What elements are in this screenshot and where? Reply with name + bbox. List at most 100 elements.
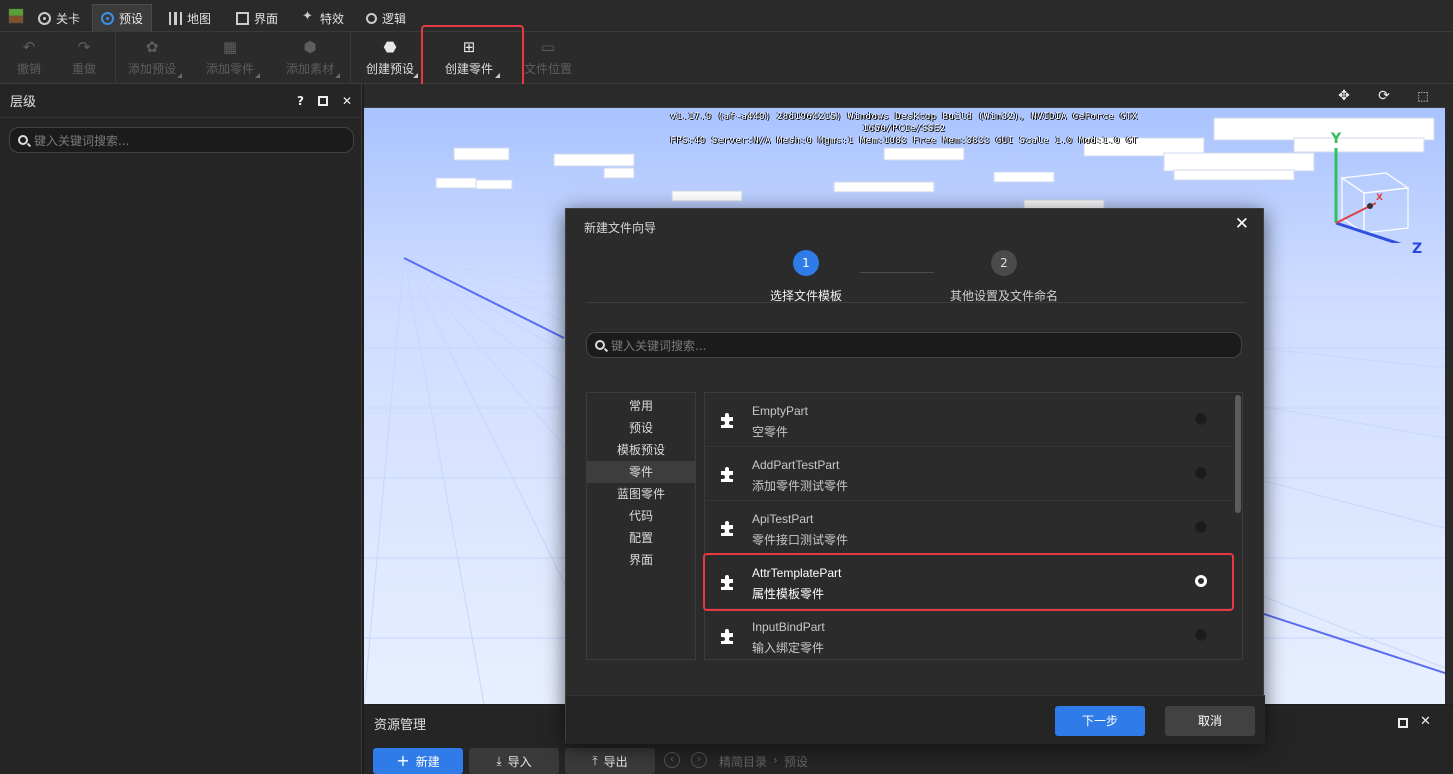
- viewport-scrollbar[interactable]: [1445, 84, 1453, 704]
- undo-button[interactable]: ↶ 撤销: [8, 32, 50, 84]
- redo-label: 重做: [71, 61, 96, 76]
- tab-ui[interactable]: 界面: [228, 4, 286, 32]
- cancel-button[interactable]: 取消: [1165, 706, 1255, 736]
- search-placeholder: 键入关键词搜索...: [611, 338, 707, 353]
- search-placeholder: 键入关键词搜索...: [34, 133, 130, 148]
- tab-map[interactable]: 地图: [161, 4, 219, 32]
- toolbar-divider: [115, 32, 116, 84]
- template-item[interactable]: AddPartTestPart 添加零件测试零件: [705, 447, 1233, 501]
- import-button[interactable]: ⤓ 导入: [469, 748, 559, 774]
- grid-add-icon: ▦: [222, 37, 238, 56]
- forward-icon[interactable]: ›: [691, 752, 707, 768]
- export-button[interactable]: ⤒ 导出: [565, 748, 655, 774]
- export-label: 导出: [603, 754, 628, 769]
- breadcrumb-current[interactable]: 预设: [784, 753, 808, 770]
- add-preset-button[interactable]: ✿ 添加预设: [120, 32, 184, 84]
- redo-icon: ↷: [77, 37, 91, 56]
- sparkle-icon: [302, 9, 315, 25]
- plus-icon: +: [396, 751, 410, 770]
- x-axis-label: X: [1376, 193, 1383, 203]
- template-desc: 输入绑定零件: [752, 641, 825, 655]
- new-asset-button[interactable]: + 新建: [373, 748, 463, 774]
- category-preset[interactable]: 预设: [587, 417, 695, 439]
- category-part[interactable]: 零件: [587, 461, 695, 483]
- template-item[interactable]: ApiTestPart 零件接口测试零件: [705, 501, 1233, 555]
- hierarchy-search-input[interactable]: 键入关键词搜索...: [9, 127, 354, 153]
- step-number: 1: [793, 250, 819, 276]
- undo-icon: ↶: [22, 37, 36, 56]
- template-item[interactable]: EmptyPart 空零件: [705, 393, 1233, 447]
- chevron-right-icon: ›: [773, 753, 778, 767]
- template-radio[interactable]: [1195, 467, 1207, 479]
- search-icon: [595, 340, 605, 350]
- close-icon[interactable]: ✕: [342, 94, 352, 108]
- tab-level[interactable]: 关卡: [30, 4, 88, 32]
- hierarchy-title: 层级: [10, 95, 37, 110]
- y-axis-label: Y: [1331, 131, 1342, 147]
- undo-label: 撤销: [16, 61, 41, 76]
- template-item[interactable]: InputBindPart 输入绑定零件: [705, 609, 1233, 659]
- export-icon: ⤒: [592, 753, 598, 768]
- add-part-label: 添加零件: [205, 61, 254, 76]
- add-part-button[interactable]: ▦ 添加零件: [198, 32, 262, 84]
- redo-button[interactable]: ↷ 重做: [63, 32, 105, 84]
- category-ui[interactable]: 界面: [587, 549, 695, 571]
- main-toolbar: ↶ 撤销 ↷ 重做 ✿ 添加预设 ▦ 添加零件 ⬢ 添加素材 ⬣ 创建预设 ⊞ …: [0, 25, 1453, 91]
- import-label: 导入: [507, 754, 532, 769]
- category-blueprint-part[interactable]: 蓝图零件: [587, 483, 695, 505]
- category-config[interactable]: 配置: [587, 527, 695, 549]
- template-radio[interactable]: [1195, 629, 1207, 641]
- viewport-toolbar: ✥ ⟳ ⬚: [364, 84, 1445, 108]
- category-common[interactable]: 常用: [587, 395, 695, 417]
- axis-gizmo[interactable]: Y Z X: [1324, 131, 1424, 257]
- debug-line: v1.17.9 (af-a449) 28d1964215) Windows De…: [670, 112, 1138, 134]
- template-list-scrollbar[interactable]: [1233, 393, 1242, 659]
- editor-window: 关卡 预设 地图 界面 特效 逻辑 ↶ 撤销 ↷ 重做: [0, 0, 1453, 774]
- back-icon[interactable]: ‹: [664, 752, 680, 768]
- file-location-label: 文件位置: [523, 61, 572, 76]
- category-code[interactable]: 代码: [587, 505, 695, 527]
- tab-logic[interactable]: 逻辑: [358, 4, 414, 32]
- maximize-icon[interactable]: [317, 96, 328, 106]
- template-radio[interactable]: [1195, 521, 1207, 533]
- create-preset-icon: ⬣: [383, 37, 397, 56]
- tab-label: 逻辑: [382, 11, 407, 26]
- window-icon: [236, 11, 249, 25]
- tab-label: 地图: [187, 11, 212, 26]
- category-template-preset[interactable]: 模板预设: [587, 439, 695, 461]
- tab-label: 关卡: [56, 11, 81, 26]
- rotate-icon[interactable]: ⟳: [1376, 88, 1392, 104]
- tab-preset[interactable]: 预设: [92, 4, 153, 32]
- maximize-icon[interactable]: [1398, 718, 1408, 728]
- close-icon[interactable]: ✕: [1235, 214, 1249, 234]
- help-icon[interactable]: ?: [297, 94, 304, 108]
- cube-icon: ⬢: [303, 37, 317, 56]
- create-preset-button[interactable]: ⬣ 创建预设: [360, 32, 420, 84]
- template-name: AddPartTestPart: [752, 458, 840, 472]
- divider: [586, 302, 1246, 303]
- tab-effects[interactable]: 特效: [294, 4, 352, 32]
- tab-label: 特效: [320, 11, 345, 26]
- category-list: 常用 预设 模板预设 零件 蓝图零件 代码 配置 界面: [586, 392, 696, 660]
- dropdown-corner-icon: [177, 73, 182, 78]
- file-location-button[interactable]: ▭ 文件位置: [520, 32, 576, 84]
- puzzle-icon: [721, 467, 733, 482]
- import-icon: ⤓: [496, 753, 502, 768]
- step-2: 2 其他设置及文件命名: [944, 250, 1064, 304]
- scale-icon[interactable]: ⬚: [1415, 88, 1431, 104]
- close-icon[interactable]: ✕: [1420, 714, 1431, 729]
- puzzle-icon: [721, 629, 733, 644]
- template-search-input[interactable]: 键入关键词搜索...: [586, 332, 1242, 358]
- move-icon[interactable]: ✥: [1336, 88, 1352, 104]
- tab-label: 界面: [254, 11, 279, 26]
- gizmo-svg: [1334, 148, 1410, 248]
- template-desc: 零件接口测试零件: [752, 533, 849, 547]
- scrollbar-thumb[interactable]: [1235, 395, 1241, 513]
- map-icon: [169, 11, 182, 25]
- logic-icon: [366, 12, 377, 24]
- next-button[interactable]: 下一步: [1055, 706, 1145, 736]
- hierarchy-header: 层级 ? ✕: [0, 84, 362, 118]
- breadcrumb-root[interactable]: 精简目录: [719, 753, 767, 770]
- add-material-button[interactable]: ⬢ 添加素材: [278, 32, 342, 84]
- template-radio[interactable]: [1195, 413, 1207, 425]
